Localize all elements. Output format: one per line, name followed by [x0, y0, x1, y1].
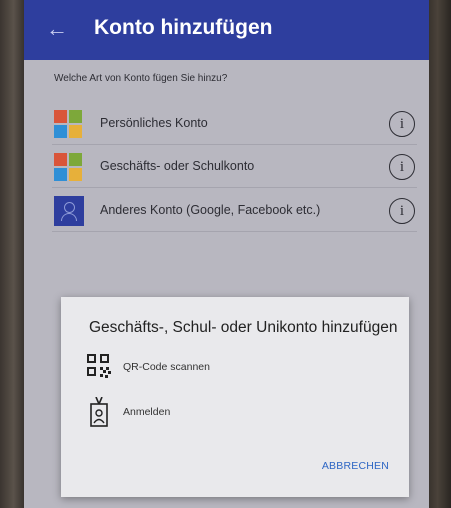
- account-row-other[interactable]: Anderes Konto (Google, Facebook etc.) i: [52, 191, 417, 232]
- option-scan-qr-code[interactable]: QR-Code scannen: [87, 352, 347, 382]
- option-label: QR-Code scannen: [123, 361, 210, 373]
- back-arrow-icon[interactable]: ←: [46, 18, 68, 40]
- microsoft-logo-icon: [54, 110, 82, 138]
- account-row-label: Anderes Konto (Google, Facebook etc.): [100, 203, 321, 217]
- info-icon[interactable]: i: [389, 154, 415, 180]
- app-bar: ← Konto hinzufügen: [24, 0, 429, 60]
- account-row-work-school[interactable]: Geschäfts- oder Schulkonto i: [52, 147, 417, 188]
- screen: ← Konto hinzufügen Welche Art von Konto …: [24, 0, 429, 508]
- option-label: Anmelden: [123, 406, 171, 418]
- account-row-label: Geschäfts- oder Schulkonto: [100, 159, 255, 173]
- cancel-button[interactable]: ABBRECHEN: [322, 460, 389, 472]
- microsoft-logo-icon: [54, 153, 82, 181]
- info-icon[interactable]: i: [389, 198, 415, 224]
- dialog-title: Geschäfts-, Schul- oder Unikonto hinzufü…: [89, 319, 398, 336]
- account-row-label: Persönliches Konto: [100, 116, 208, 130]
- add-work-account-dialog: Geschäfts-, Schul- oder Unikonto hinzufü…: [61, 297, 409, 497]
- account-row-personal[interactable]: Persönliches Konto i: [52, 104, 417, 145]
- badge-icon: [87, 396, 115, 427]
- info-icon[interactable]: i: [389, 111, 415, 137]
- qr-code-icon: [87, 352, 115, 382]
- page-title: Konto hinzufügen: [94, 16, 273, 39]
- person-icon: [54, 196, 84, 226]
- account-type-question: Welche Art von Konto fügen Sie hinzu?: [54, 73, 228, 84]
- option-sign-in[interactable]: Anmelden: [87, 396, 347, 427]
